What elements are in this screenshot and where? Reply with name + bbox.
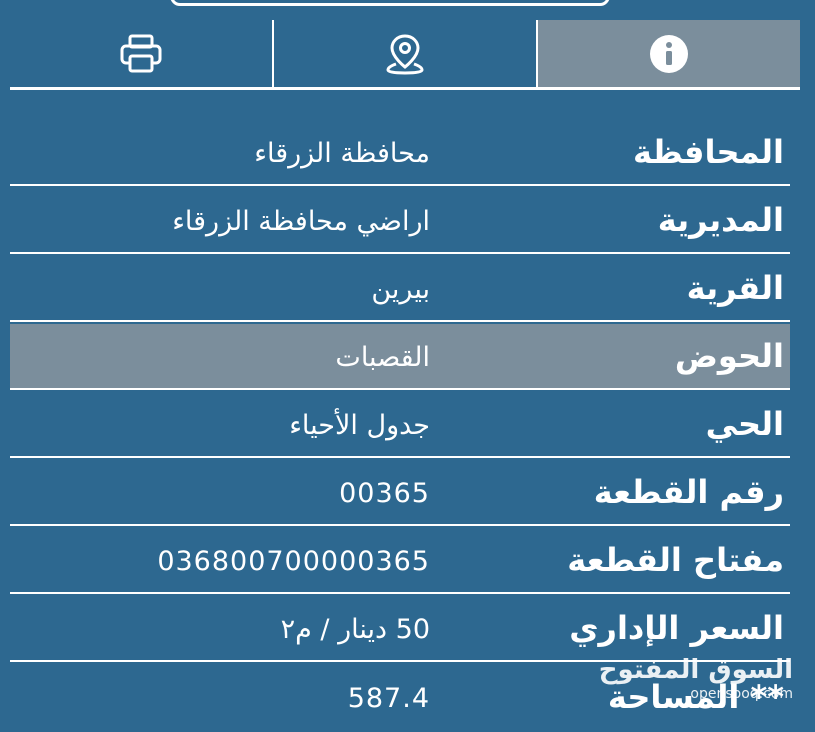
basin-label: الحوض [674, 337, 784, 375]
village-label: القرية [686, 269, 784, 307]
print-icon [119, 34, 163, 74]
top-search-bar-edge [170, 0, 610, 6]
location-tab[interactable] [272, 20, 536, 87]
neighborhood-label: الحي [705, 405, 784, 443]
info-icon [649, 34, 689, 74]
neighborhood-value: جدول الأحياء [289, 409, 430, 441]
watermark-latin: opensooq.com [690, 686, 793, 702]
governorate-value: محافظة الزرقاء [254, 137, 430, 169]
row-basin: القصبات الحوض [10, 324, 790, 390]
basin-value: القصبات [335, 341, 430, 373]
parcel-number-value: 00365 [339, 477, 430, 509]
row-parcel-key: 036800700000365 مفتاح القطعة [10, 528, 790, 594]
parcel-key-value: 036800700000365 [157, 545, 430, 577]
governorate-label: المحافظة [632, 133, 784, 171]
directorate-value: اراضي محافظة الزرقاء [172, 205, 430, 237]
area-value: 587.4 [347, 682, 430, 714]
administrative-price-label: السعر الإداري [569, 609, 784, 647]
parcel-number-label: رقم القطعة [593, 473, 784, 511]
watermark-arabic: السوق المفتوح [598, 655, 793, 685]
location-pin-icon [385, 33, 425, 75]
row-directorate: اراضي محافظة الزرقاء المديرية [10, 188, 790, 254]
parcel-details-table: محافظة الزرقاء المحافظة اراضي محافظة الز… [10, 120, 790, 732]
row-village: بيرين القرية [10, 256, 790, 322]
parcel-key-label: مفتاح القطعة [567, 541, 784, 579]
info-tab[interactable] [536, 20, 800, 87]
row-parcel-number: 00365 رقم القطعة [10, 460, 790, 526]
administrative-price-value: 50 دينار / م٢ [280, 613, 430, 645]
row-governorate: محافظة الزرقاء المحافظة [10, 120, 790, 186]
row-neighborhood: جدول الأحياء الحي [10, 392, 790, 458]
opensooq-watermark: السوق المفتوح opensooq.com [599, 656, 793, 702]
village-value: بيرين [371, 273, 430, 305]
directorate-label: المديرية [657, 201, 784, 239]
row-administrative-price: 50 دينار / م٢ السعر الإداري [10, 596, 790, 662]
toolbar [10, 20, 800, 90]
print-tab[interactable] [10, 20, 272, 87]
